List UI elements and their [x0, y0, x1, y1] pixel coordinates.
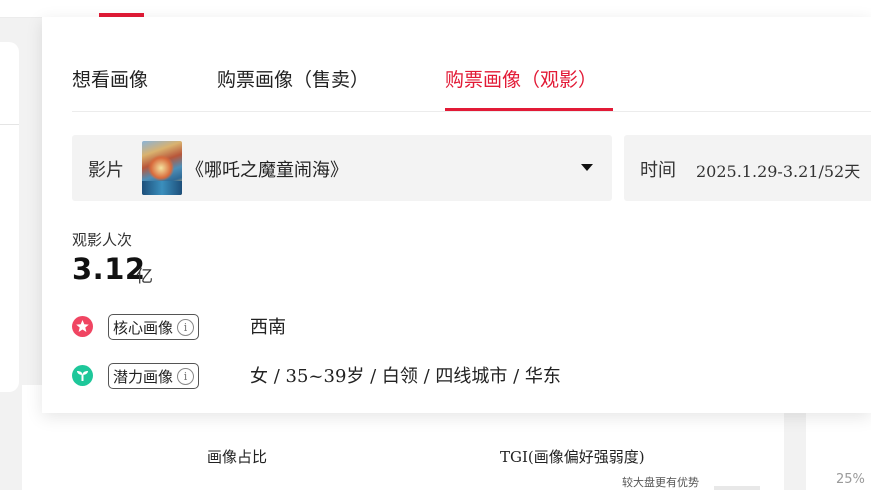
tgi-note: 较大盘更有优势 [622, 476, 699, 489]
core-portrait-tag-label: 核心画像 [113, 318, 174, 337]
tab-ticket-purchase-sales[interactable]: 购票画像（售卖） [217, 65, 369, 92]
core-portrait-tag[interactable]: 核心画像 i [108, 314, 200, 340]
time-label: 时间 [640, 160, 676, 181]
film-poster [142, 141, 182, 195]
tgi-arrow-icon [714, 486, 760, 490]
film-name: 《哪吒之魔童闹海》 [186, 160, 348, 181]
time-range-value: 2025.1.29-3.21/52天 [696, 162, 861, 181]
caret-down-icon[interactable] [581, 164, 593, 171]
info-icon[interactable]: i [177, 318, 195, 336]
metric-unit: 亿 [136, 267, 153, 287]
axis-percent-label: 25% [836, 472, 865, 487]
left-panel-divider [0, 124, 19, 125]
potential-portrait-tag[interactable]: 潜力画像 i [108, 363, 200, 389]
tab-divider [72, 111, 871, 112]
ratio-header: 画像占比 [207, 448, 268, 466]
time-selector[interactable]: 时间 2025.1.29-3.21/52天 [624, 135, 871, 201]
potential-portrait-tag-label: 潜力画像 [113, 367, 174, 386]
star-icon [72, 316, 93, 337]
portrait-dropdown-card: 想看画像 购票画像（售卖） 购票画像（观影） 影片 《哪吒之魔童闹海》 时间 2… [42, 17, 871, 413]
info-icon[interactable]: i [177, 367, 195, 385]
tab-want-to-see[interactable]: 想看画像 [72, 65, 148, 92]
sprout-icon [72, 365, 93, 386]
tgi-header: TGI(画像偏好强弱度) [500, 448, 645, 466]
top-tab-bar [0, 0, 871, 18]
active-tab-underline [445, 108, 613, 111]
potential-portrait-value: 女 / 35~39岁 / 白领 / 四线城市 / 华东 [250, 366, 561, 387]
metric-value: 3.12 [72, 252, 146, 286]
core-portrait-value: 西南 [250, 317, 286, 338]
metric-label: 观影人次 [72, 231, 133, 249]
film-selector[interactable]: 影片 《哪吒之魔童闹海》 [72, 135, 612, 201]
film-label: 影片 [88, 160, 124, 181]
left-side-panel [0, 42, 19, 392]
tab-ticket-purchase-viewing[interactable]: 购票画像（观影） [445, 65, 597, 92]
